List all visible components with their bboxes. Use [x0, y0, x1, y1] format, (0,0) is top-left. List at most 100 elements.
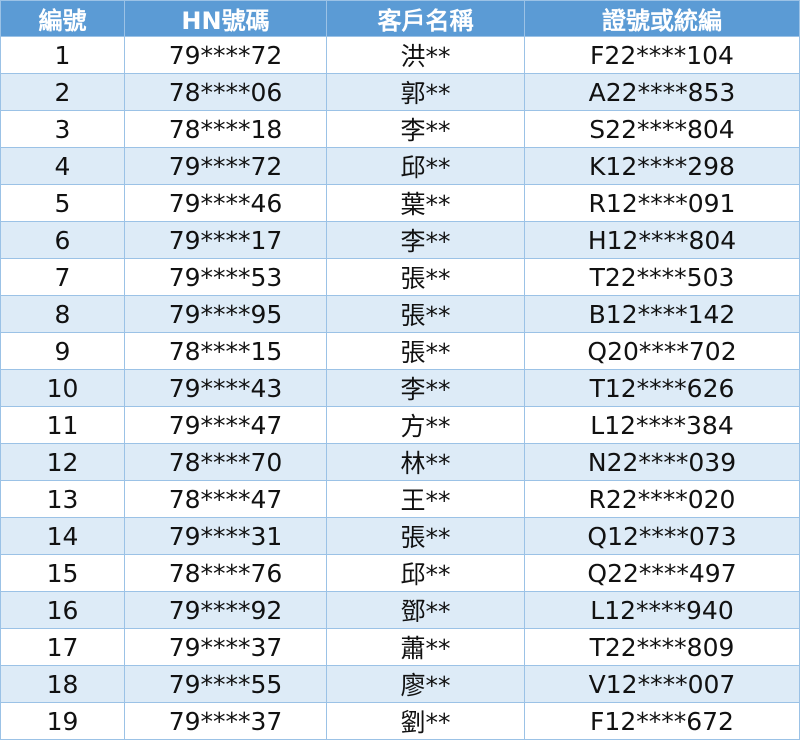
table-row: 3 78****18 李** S22****804	[0, 110, 800, 148]
cell-number: 4	[0, 147, 125, 185]
cell-number: 13	[0, 480, 125, 518]
cell-hn-number: 79****31	[124, 517, 327, 555]
cell-id-number: K12****298	[524, 147, 800, 185]
table-row: 14 79****31 張** Q12****073	[0, 517, 800, 555]
table-body: 1 79****72 洪** F22****104 2 78****06 郭** A22***…	[0, 36, 800, 740]
cell-customer-name: 邱**	[326, 147, 525, 185]
cell-customer-name: 郭**	[326, 73, 525, 111]
cell-customer-name: 鄧**	[326, 591, 525, 629]
cell-id-number: R12****091	[524, 184, 800, 222]
header-row: 編號 HN號碼 客戶名稱 證號或統編	[0, 0, 800, 37]
table-row: 18 79****55 廖** V12****007	[0, 665, 800, 703]
cell-customer-name: 張**	[326, 258, 525, 296]
cell-customer-name: 蕭**	[326, 628, 525, 666]
cell-id-number: T12****626	[524, 369, 800, 407]
cell-number: 17	[0, 628, 125, 666]
cell-number: 15	[0, 554, 125, 592]
cell-number: 2	[0, 73, 125, 111]
cell-hn-number: 79****46	[124, 184, 327, 222]
cell-hn-number: 79****72	[124, 147, 327, 185]
table-row: 11 79****47 方** L12****384	[0, 406, 800, 444]
cell-customer-name: 李**	[326, 110, 525, 148]
cell-customer-name: 張**	[326, 332, 525, 370]
cell-number: 1	[0, 36, 125, 74]
cell-id-number: F22****104	[524, 36, 800, 74]
header-id-number: 證號或統編	[524, 0, 800, 37]
table-row: 12 78****70 林** N22****039	[0, 443, 800, 481]
cell-customer-name: 廖**	[326, 665, 525, 703]
cell-number: 14	[0, 517, 125, 555]
table-row: 7 79****53 張** T22****503	[0, 258, 800, 296]
table-row: 2 78****06 郭** A22****853	[0, 73, 800, 111]
cell-hn-number: 78****18	[124, 110, 327, 148]
cell-number: 9	[0, 332, 125, 370]
table-row: 5 79****46 葉** R12****091	[0, 184, 800, 222]
cell-number: 18	[0, 665, 125, 703]
cell-id-number: V12****007	[524, 665, 800, 703]
cell-number: 3	[0, 110, 125, 148]
cell-number: 7	[0, 258, 125, 296]
cell-customer-name: 邱**	[326, 554, 525, 592]
cell-customer-name: 王**	[326, 480, 525, 518]
table-row: 8 79****95 張** B12****142	[0, 295, 800, 333]
cell-hn-number: 78****76	[124, 554, 327, 592]
table-row: 10 79****43 李** T12****626	[0, 369, 800, 407]
cell-id-number: T22****503	[524, 258, 800, 296]
table-row: 13 78****47 王** R22****020	[0, 480, 800, 518]
cell-id-number: R22****020	[524, 480, 800, 518]
table-row: 4 79****72 邱** K12****298	[0, 147, 800, 185]
cell-hn-number: 79****95	[124, 295, 327, 333]
cell-id-number: Q20****702	[524, 332, 800, 370]
cell-customer-name: 李**	[326, 369, 525, 407]
cell-hn-number: 79****37	[124, 628, 327, 666]
cell-id-number: F12****672	[524, 702, 800, 740]
cell-number: 6	[0, 221, 125, 259]
cell-hn-number: 79****17	[124, 221, 327, 259]
table-row: 6 79****17 李** H12****804	[0, 221, 800, 259]
cell-hn-number: 79****55	[124, 665, 327, 703]
cell-id-number: A22****853	[524, 73, 800, 111]
cell-hn-number: 79****43	[124, 369, 327, 407]
cell-hn-number: 78****70	[124, 443, 327, 481]
cell-id-number: S22****804	[524, 110, 800, 148]
table-row: 9 78****15 張** Q20****702	[0, 332, 800, 370]
cell-id-number: N22****039	[524, 443, 800, 481]
cell-customer-name: 劉**	[326, 702, 525, 740]
cell-hn-number: 79****37	[124, 702, 327, 740]
cell-id-number: L12****940	[524, 591, 800, 629]
table-row: 16 79****92 鄧** L12****940	[0, 591, 800, 629]
cell-customer-name: 葉**	[326, 184, 525, 222]
cell-customer-name: 李**	[326, 221, 525, 259]
cell-hn-number: 79****53	[124, 258, 327, 296]
cell-id-number: Q12****073	[524, 517, 800, 555]
cell-id-number: H12****804	[524, 221, 800, 259]
table-row: 1 79****72 洪** F22****104	[0, 36, 800, 74]
customer-table: 編號 HN號碼 客戶名稱 證號或統編 1 79****72 洪** F22****10…	[0, 0, 800, 740]
cell-hn-number: 79****72	[124, 36, 327, 74]
cell-id-number: Q22****497	[524, 554, 800, 592]
cell-number: 11	[0, 406, 125, 444]
cell-number: 19	[0, 702, 125, 740]
cell-number: 5	[0, 184, 125, 222]
cell-number: 8	[0, 295, 125, 333]
cell-customer-name: 張**	[326, 295, 525, 333]
cell-id-number: T22****809	[524, 628, 800, 666]
header-number: 編號	[0, 0, 125, 37]
cell-number: 10	[0, 369, 125, 407]
table-row: 15 78****76 邱** Q22****497	[0, 554, 800, 592]
cell-customer-name: 洪**	[326, 36, 525, 74]
table-row: 17 79****37 蕭** T22****809	[0, 628, 800, 666]
cell-id-number: L12****384	[524, 406, 800, 444]
cell-id-number: B12****142	[524, 295, 800, 333]
cell-customer-name: 方**	[326, 406, 525, 444]
cell-hn-number: 79****47	[124, 406, 327, 444]
header-hn-number: HN號碼	[124, 0, 327, 37]
cell-customer-name: 張**	[326, 517, 525, 555]
cell-number: 16	[0, 591, 125, 629]
cell-number: 12	[0, 443, 125, 481]
cell-hn-number: 78****47	[124, 480, 327, 518]
table-row: 19 79****37 劉** F12****672	[0, 702, 800, 740]
header-customer-name: 客戶名稱	[326, 0, 525, 37]
cell-hn-number: 78****15	[124, 332, 327, 370]
cell-customer-name: 林**	[326, 443, 525, 481]
